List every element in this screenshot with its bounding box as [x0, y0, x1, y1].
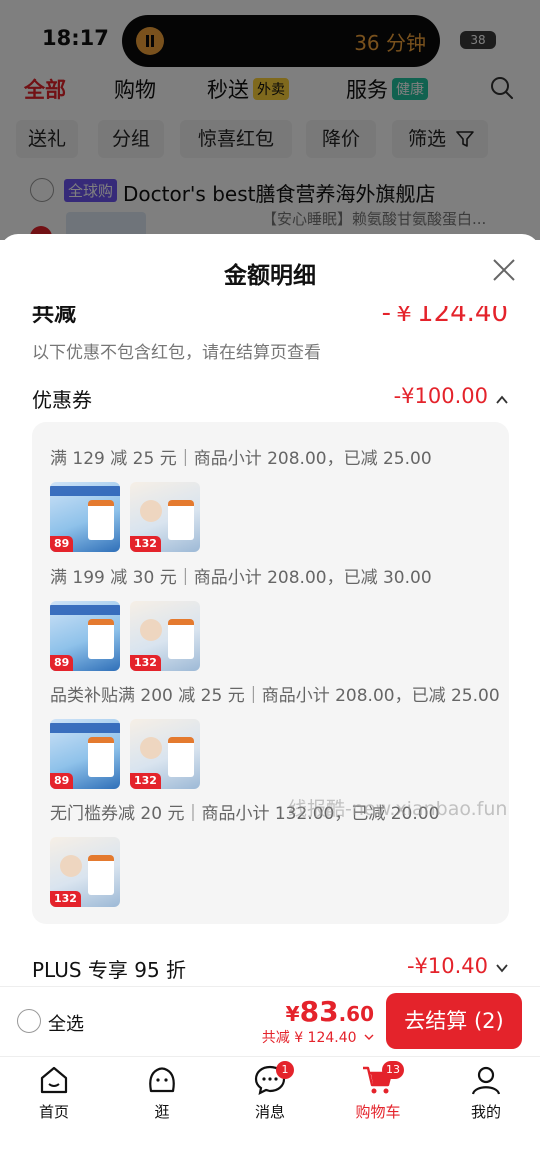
sheet-title: 金额明细 [224, 263, 316, 289]
coupon-value: -¥100.00 [393, 384, 488, 408]
nav-label: 我的 [470, 1103, 501, 1121]
nav-label: 首页 [38, 1103, 69, 1121]
product-thumbnail[interactable]: 132 [130, 482, 200, 552]
coupon-rule: 品类补贴满 200 减 25 元｜商品小计 208.00，已减 25.00 [50, 686, 500, 706]
total-discount-label: 共减 [32, 306, 77, 327]
product-thumbnail[interactable]: 89 [50, 482, 120, 552]
nav-browse[interactable]: 逛 [122, 1063, 202, 1122]
product-price-tag: 132 [50, 891, 81, 907]
product-thumbnail[interactable]: 89 [50, 719, 120, 789]
checkout-bar: 全选 ¥83.60 共减 ¥ 124.40 去结算 (2) [0, 986, 540, 1056]
nav-label: 逛 [154, 1103, 170, 1121]
product-price-tag: 89 [50, 536, 74, 552]
coupon-row[interactable]: 优惠券 -¥100.00 [0, 378, 540, 418]
nav-label: 消息 [254, 1103, 285, 1121]
product-thumbnail[interactable]: 132 [130, 601, 200, 671]
nav-profile[interactable]: 我的 [446, 1063, 526, 1122]
total-discount-row: 共减 -￥124.40 [0, 306, 540, 332]
chevron-down-icon[interactable] [496, 962, 508, 974]
total-price: ¥83.60 [286, 995, 374, 1028]
chevron-down-icon [364, 1034, 374, 1040]
coupon-detail-box: 满 129 减 25 元｜商品小计 208.00，已减 25.00 89 132… [32, 422, 509, 924]
price-integer: 83 [299, 995, 339, 1028]
background-page: 18:17 36 分钟 38 全部 购物 秒送外卖 服务健康 送礼 分组 惊喜红… [0, 0, 540, 248]
nav-cart[interactable]: 13 购物车 [338, 1061, 418, 1122]
amount-detail-sheet: 金额明细 共减 -￥124.40 以下优惠不包含红包，请在结算页查看 优惠券 -… [0, 234, 540, 1170]
currency-symbol: ¥ [285, 1002, 300, 1026]
watermark: 线报酷-new.xianbao.fun [288, 798, 508, 820]
product-price-tag: 89 [50, 655, 74, 671]
product-price-tag: 132 [130, 655, 161, 671]
discount-hint: 以下优惠不包含红包，请在结算页查看 [32, 343, 321, 363]
discount-summary-text: 共减 ¥ 124.40 [261, 1030, 357, 1046]
coupon-rule: 满 199 减 30 元｜商品小计 208.00，已减 30.00 [50, 568, 432, 588]
plus-discount-value: -¥10.40 [406, 954, 488, 978]
overlay-scrim[interactable] [0, 0, 540, 240]
product-price-tag: 132 [130, 536, 161, 552]
product-thumbnail[interactable]: 132 [50, 837, 120, 907]
select-all-checkbox[interactable] [17, 1009, 41, 1033]
chevron-up-icon[interactable] [496, 394, 508, 406]
plus-discount-row[interactable]: PLUS 专享 95 折 -¥10.40 [0, 946, 540, 986]
product-price-tag: 89 [50, 773, 74, 789]
total-discount-value: -￥124.40 [381, 306, 508, 328]
select-all-label[interactable]: 全选 [48, 1010, 84, 1036]
cart-badge: 13 [382, 1061, 404, 1079]
price-decimal: .60 [338, 1002, 374, 1026]
browse-icon [149, 1067, 175, 1093]
nav-messages[interactable]: 1 消息 [230, 1061, 310, 1122]
home-icon [40, 1066, 68, 1094]
nav-home[interactable]: 首页 [14, 1063, 94, 1122]
product-price-tag: 132 [130, 773, 161, 789]
nav-label: 购物车 [355, 1103, 401, 1121]
close-icon[interactable] [490, 256, 518, 284]
profile-icon [471, 1066, 501, 1095]
coupon-label: 优惠券 [32, 388, 92, 412]
product-thumbnail[interactable]: 132 [130, 719, 200, 789]
detail-scroll-area[interactable]: 共减 -￥124.40 以下优惠不包含红包，请在结算页查看 优惠券 -¥100.… [0, 306, 540, 986]
checkout-button[interactable]: 去结算 (2) [386, 993, 522, 1049]
message-badge: 1 [276, 1061, 294, 1079]
plus-discount-label: PLUS 专享 95 折 [32, 958, 187, 982]
product-thumbnail[interactable]: 89 [50, 601, 120, 671]
discount-summary[interactable]: 共减 ¥ 124.40 [262, 1027, 374, 1047]
bottom-nav: 首页 逛 1 消息 13 购物车 我的 [0, 1056, 540, 1170]
coupon-rule: 满 129 减 25 元｜商品小计 208.00，已减 25.00 [50, 449, 432, 469]
